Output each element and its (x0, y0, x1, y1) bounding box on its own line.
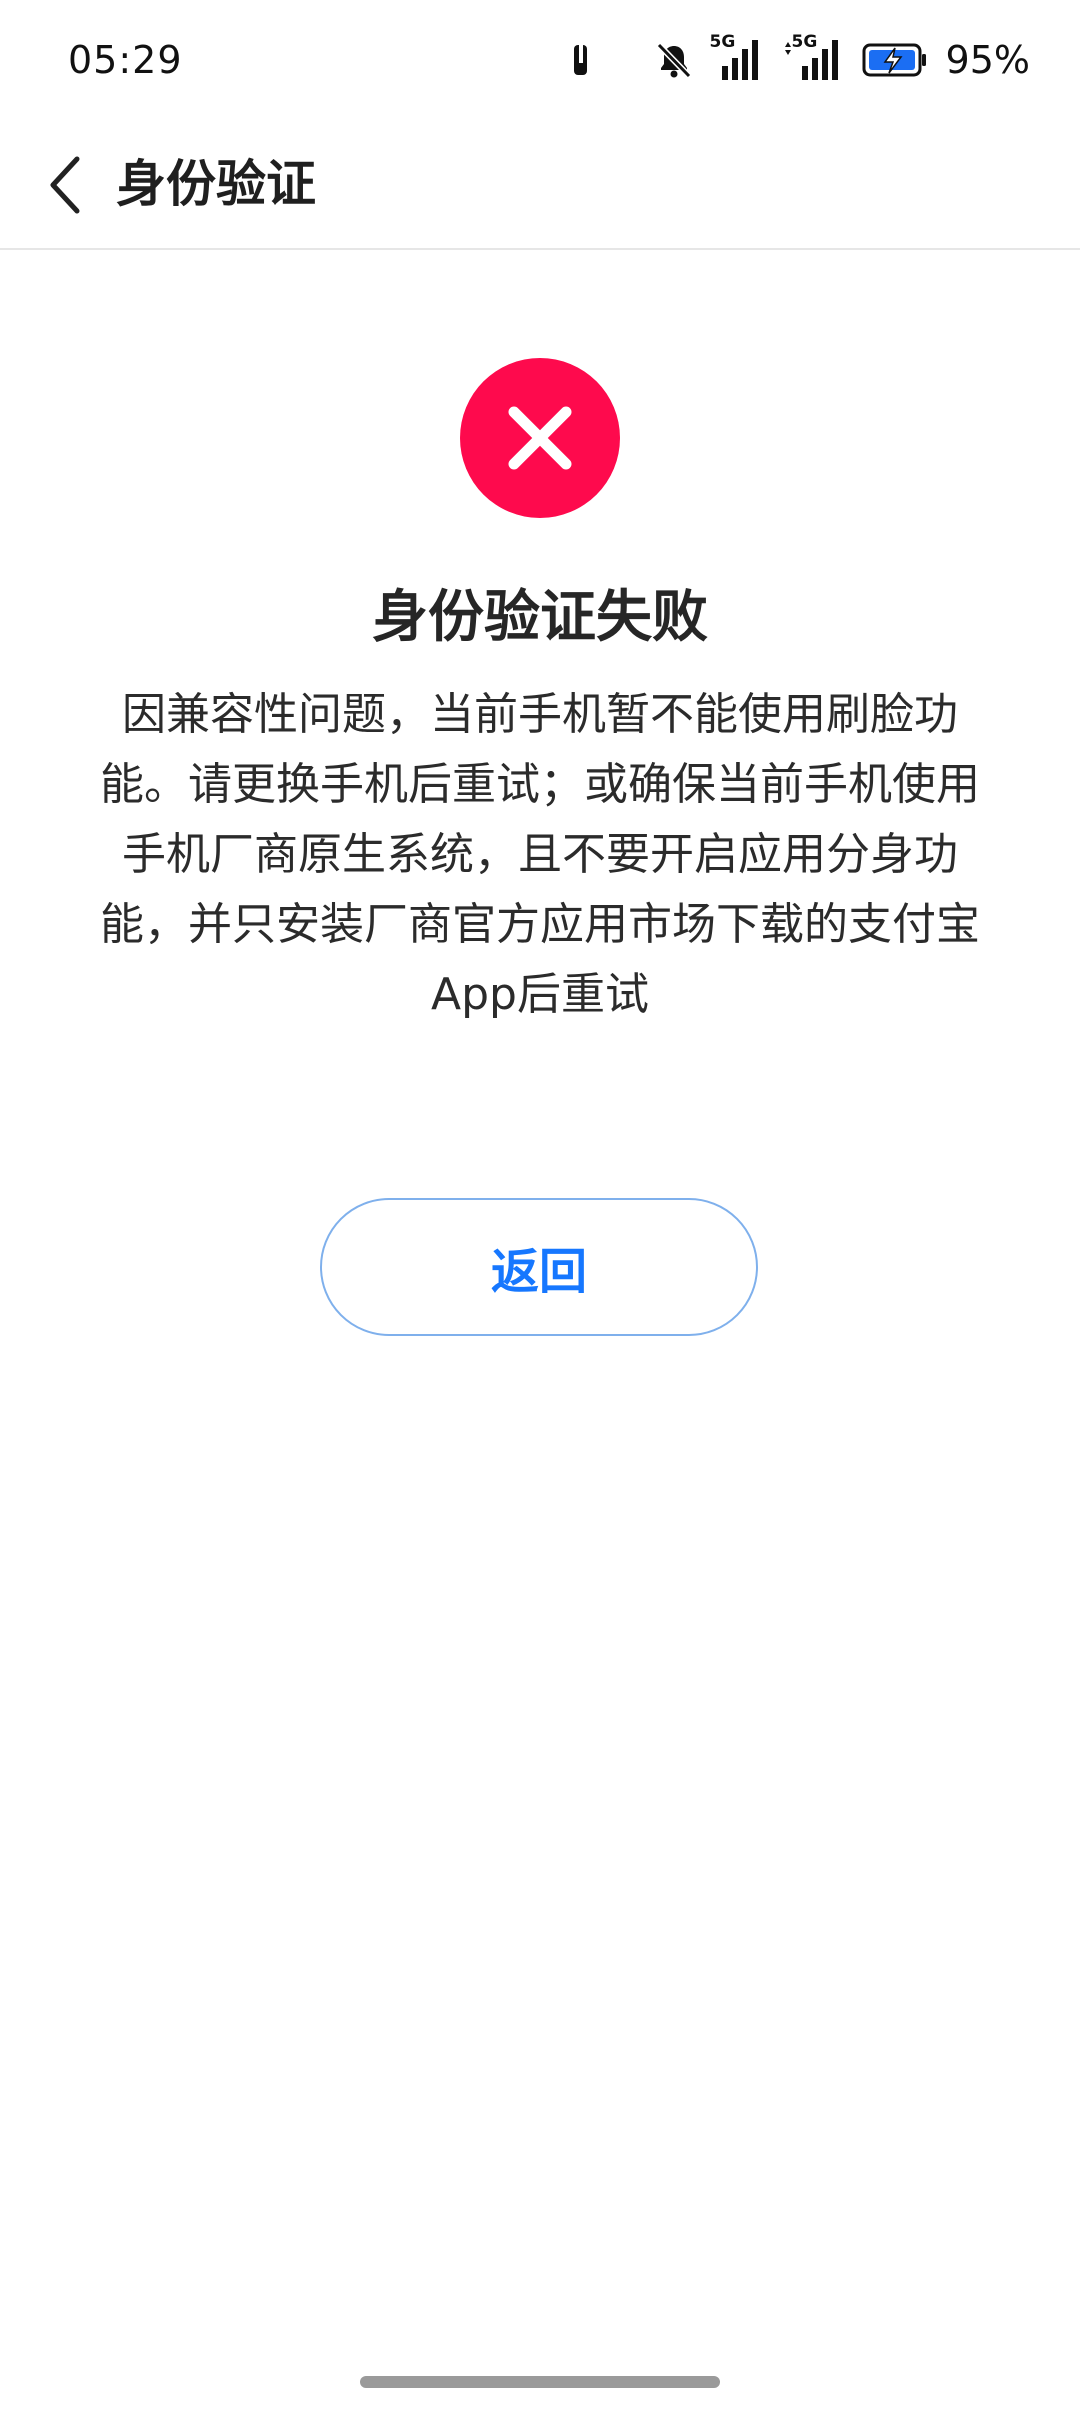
signal-5g-icon: 5G (710, 32, 764, 82)
header: 身份验证 (0, 120, 1080, 250)
battery-percent: 95% (945, 38, 1030, 82)
signal-5g-icon: 5G (782, 32, 844, 82)
notification-icon (572, 42, 594, 78)
home-indicator[interactable] (360, 2376, 720, 2388)
network-label-2: 5G (791, 32, 818, 52)
battery-charging-icon (862, 42, 928, 78)
status-bar: 05:29 5G 5G 95% (0, 0, 1080, 120)
chevron-left-icon (45, 155, 85, 215)
page-title: 身份验证 (116, 155, 316, 213)
back-button[interactable] (20, 140, 110, 230)
network-label-1: 5G (709, 32, 736, 52)
result-message: 因兼容性问题，当前手机暂不能使用刷脸功能。请更换手机后重试；或确保当前手机使用手… (100, 689, 980, 1020)
status-time: 05:29 (68, 38, 183, 82)
status-icons: 5G 5G 95% (572, 32, 1030, 86)
return-button[interactable]: 返回 (320, 1198, 758, 1336)
mute-icon (654, 40, 694, 80)
result-title: 身份验证失败 (372, 585, 708, 650)
error-x-icon (460, 358, 620, 518)
